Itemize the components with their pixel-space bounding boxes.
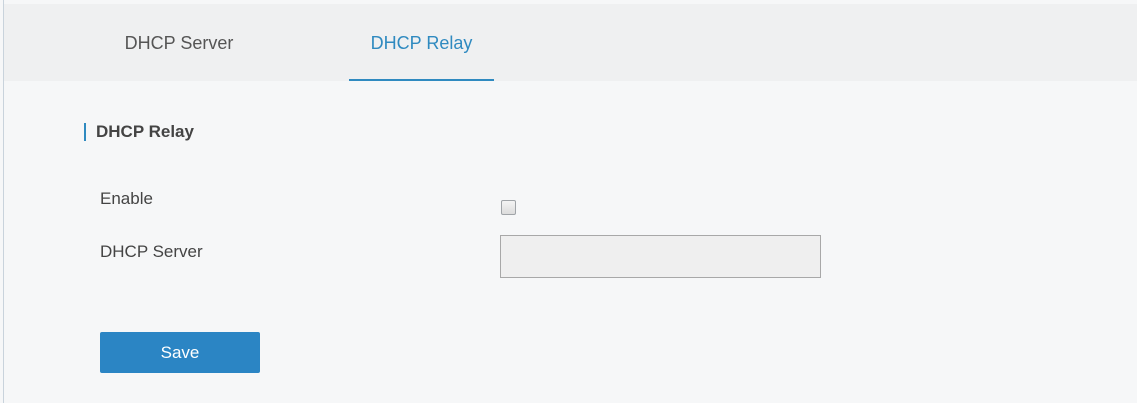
tab-dhcp-server[interactable]: DHCP Server (104, 4, 254, 81)
tab-dhcp-relay[interactable]: DHCP Relay (349, 4, 494, 81)
section-accent-bar (84, 123, 86, 141)
section-header: DHCP Relay (84, 121, 194, 143)
save-button[interactable]: Save (100, 332, 260, 373)
tab-dhcp-relay-label: DHCP Relay (370, 33, 473, 53)
page-frame: DHCP Server DHCP Relay DHCP Relay Enable… (0, 0, 1137, 403)
dhcp-server-label: DHCP Server (100, 242, 203, 261)
enable-checkbox[interactable] (501, 200, 516, 215)
tab-bar: DHCP Server DHCP Relay (4, 4, 1137, 81)
main-content: DHCP Relay Enable DHCP Server Save (4, 81, 1137, 403)
enable-label: Enable (100, 189, 153, 208)
section-title: DHCP Relay (96, 122, 194, 141)
dhcp-server-input[interactable] (500, 235, 821, 278)
